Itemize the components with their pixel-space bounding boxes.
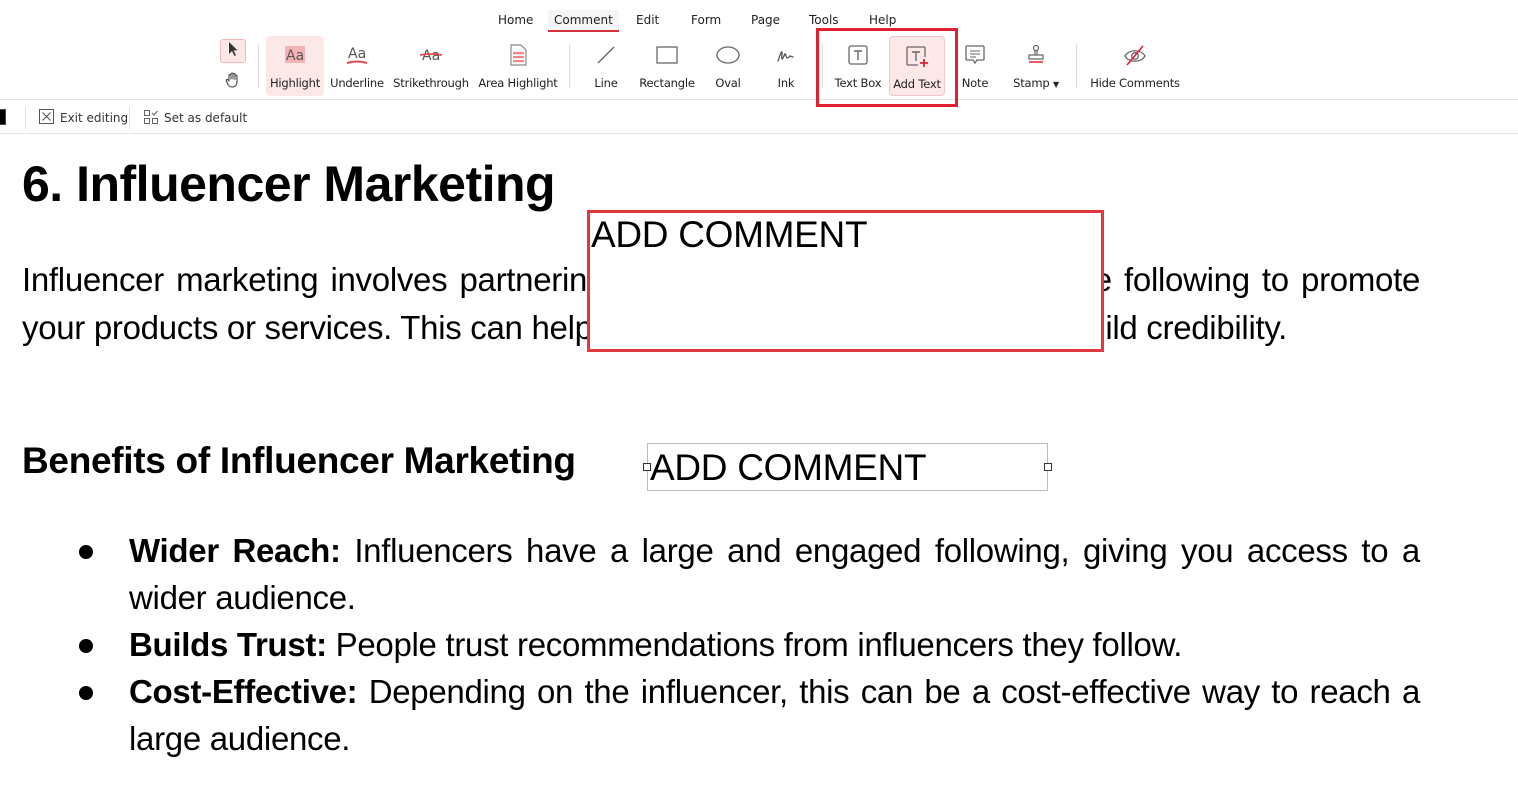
resize-handle-right[interactable] — [1044, 463, 1052, 471]
list-item: Wider Reach: Influencers have a large an… — [76, 527, 1420, 621]
tab-page[interactable]: Page — [745, 10, 786, 32]
line-icon — [593, 42, 619, 68]
set-default-icon — [144, 109, 158, 127]
benefits-heading: Benefits of Influencer Marketing — [22, 440, 576, 481]
tab-home[interactable]: Home — [492, 10, 539, 32]
rectangle-tool[interactable]: Rectangle — [636, 36, 698, 96]
chevron-down-icon: ▼ — [1052, 80, 1059, 89]
section-heading: 6. Influencer Marketing — [22, 156, 556, 212]
text-box-icon — [845, 42, 871, 68]
exit-editing-button[interactable]: Exit editing — [39, 108, 128, 128]
hide-comments-tool[interactable]: Hide Comments — [1090, 36, 1180, 96]
area-highlight-tool[interactable]: Area Highlight — [476, 36, 560, 96]
svg-text:Aa: Aa — [286, 48, 304, 64]
divider — [25, 107, 26, 129]
bullet-icon — [79, 545, 93, 559]
note-icon — [962, 42, 988, 68]
divider — [569, 44, 570, 88]
annotation-text[interactable]: ADD COMMENT — [650, 446, 927, 490]
resize-handle-left[interactable] — [643, 463, 651, 471]
comment-ribbon: Aa Highlight Aa Underline Aa Strikethrou… — [0, 28, 1518, 107]
svg-text:Aa: Aa — [348, 46, 366, 62]
underline-icon: Aa — [344, 42, 370, 68]
stamp-icon — [1023, 42, 1049, 68]
tab-comment[interactable]: Comment — [548, 10, 619, 32]
document-page: 6. Influencer Marketing Influencer marke… — [0, 135, 1518, 797]
hand-tool-button[interactable] — [222, 71, 244, 93]
tab-help[interactable]: Help — [863, 10, 902, 32]
highlight-tool[interactable]: Aa Highlight — [266, 36, 324, 96]
strikethrough-tool[interactable]: Aa Strikethrough — [392, 36, 470, 96]
select-tool-button[interactable] — [220, 39, 246, 63]
svg-text:Aa: Aa — [422, 48, 440, 64]
highlight-icon: Aa — [282, 42, 308, 68]
oval-icon — [715, 42, 741, 68]
text-annotation-box-selected[interactable]: ADD COMMENT — [643, 443, 1052, 491]
area-highlight-icon — [505, 42, 531, 68]
divider — [1076, 44, 1077, 88]
divider — [258, 44, 259, 88]
line-tool[interactable]: Line — [586, 36, 626, 96]
hide-comments-icon — [1122, 42, 1148, 68]
add-text-icon — [904, 43, 930, 69]
strikethrough-icon: Aa — [418, 42, 444, 68]
tab-tools[interactable]: Tools — [803, 10, 845, 32]
tab-form[interactable]: Form — [685, 10, 727, 32]
underline-tool[interactable]: Aa Underline — [328, 36, 386, 96]
set-as-default-button[interactable]: Set as default — [144, 108, 247, 128]
stamp-tool[interactable]: Stamp ▼ — [1006, 36, 1066, 96]
list-item: Builds Trust: People trust recommendatio… — [76, 621, 1420, 668]
ink-tool[interactable]: Ink — [768, 36, 804, 96]
divider — [822, 44, 823, 88]
ink-icon — [773, 42, 799, 68]
close-box-icon — [39, 109, 54, 127]
oval-tool[interactable]: Oval — [708, 36, 748, 96]
bullet-icon — [79, 686, 93, 700]
text-color-swatch[interactable] — [0, 109, 6, 125]
annotation-text[interactable]: ADD COMMENT — [591, 215, 868, 255]
text-annotation-box[interactable]: ADD COMMENT — [587, 210, 1104, 352]
divider — [129, 107, 130, 129]
benefits-list: Wider Reach: Influencers have a large an… — [76, 527, 1420, 762]
add-text-tool[interactable]: Add Text — [889, 36, 945, 96]
bullet-icon — [79, 639, 93, 653]
note-tool[interactable]: Note — [956, 36, 994, 96]
select-pointer-icon — [226, 41, 240, 62]
menu-bar: Home Comment Edit Form Page Tools Help — [0, 10, 1518, 32]
tab-edit[interactable]: Edit — [630, 10, 665, 32]
list-item: Cost-Effective: Depending on the influen… — [76, 668, 1420, 762]
hand-icon — [224, 71, 242, 94]
text-box-tool[interactable]: Text Box — [833, 36, 883, 96]
edit-subtoolbar: Exit editing Set as default — [0, 101, 1518, 134]
rectangle-icon — [654, 42, 680, 68]
